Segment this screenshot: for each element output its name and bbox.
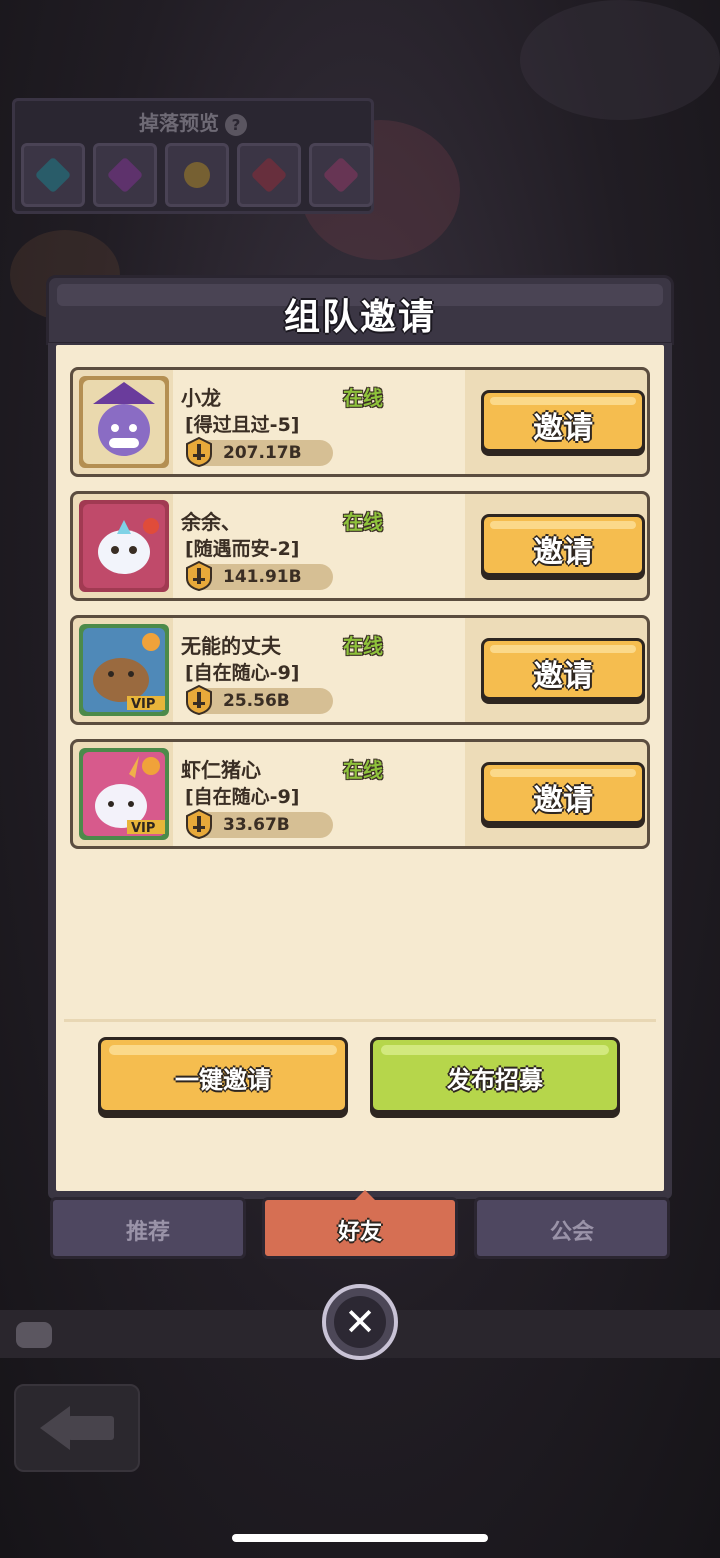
cyan-gem-icon [34,156,72,194]
friend-name: 虾仁猪心 [181,758,261,782]
divider [64,1019,656,1022]
friend-guild: [自在随心-9] [185,786,300,808]
drop-slot-5[interactable] [309,143,373,207]
purple-gem-icon [106,156,144,194]
tab-friends[interactable]: 好友 [262,1190,458,1259]
drop-slot-4[interactable] [237,143,301,207]
dialog-body: 小龙 在线 [得过且过-5] 207.17B 邀请 余余、 在线 [随遇而安-2… [48,343,672,1199]
combat-power-icon [186,684,212,716]
invite-all-button[interactable]: 一键邀请 [98,1037,348,1113]
friend-card: 小龙 在线 [得过且过-5] 207.17B 邀请 [70,367,650,477]
friend-name: 余余、 [181,510,241,534]
home-indicator[interactable] [232,1534,488,1542]
online-status: 在线 [343,634,383,658]
invite-button[interactable]: 邀请 [481,390,645,452]
combat-power-icon [186,808,212,840]
white-dragon-avatar-icon[interactable] [79,500,169,592]
dialog-header: 组队邀请 [46,275,674,345]
friend-list-panel: 小龙 在线 [得过且过-5] 207.17B 邀请 余余、 在线 [随遇而安-2… [56,345,664,1191]
power-value: 33.67B [223,815,290,835]
friend-card: VIP 无能的丈夫 在线 [自在随心-9] 25.56B 邀请 [70,615,650,725]
invite-button[interactable]: 邀请 [481,514,645,576]
red-star-icon [250,156,288,194]
friend-card: 余余、 在线 [随遇而安-2] 141.91B 邀请 [70,491,650,601]
online-status: 在线 [343,386,383,410]
friend-guild: [自在随心-9] [185,662,300,684]
drop-preview-title: 掉落预览 [139,111,219,135]
tab-guild[interactable]: 公会 [474,1197,670,1259]
purple-wizard-avatar-icon[interactable] [79,376,169,468]
friend-name: 无能的丈夫 [181,634,281,658]
capybara-avatar-icon[interactable]: VIP [79,624,169,716]
invite-button[interactable]: 邀请 [481,762,645,824]
invite-button[interactable]: 邀请 [481,638,645,700]
drop-slot-1[interactable] [21,143,85,207]
drop-slot-3[interactable] [165,143,229,207]
pink-star-icon [322,156,360,194]
close-button[interactable]: ✕ [322,1284,398,1360]
online-status: 在线 [343,510,383,534]
dialog-title: 组队邀请 [283,297,436,338]
friend-guild: [得过且过-5] [185,414,300,436]
gold-coin-icon [178,156,216,194]
drop-preview-panel: 掉落预览? [12,98,374,214]
vip-badge: VIP [131,821,155,836]
friend-card: VIP 虾仁猪心 在线 [自在随心-9] 33.67B 邀请 [70,739,650,849]
tab-recommend[interactable]: 推荐 [50,1197,246,1259]
friend-guild: [随遇而安-2] [185,538,300,560]
close-icon: ✕ [344,1300,376,1344]
power-value: 25.56B [223,691,290,711]
back-arrow-icon [40,1406,70,1450]
friend-name: 小龙 [181,386,221,410]
chat-icon[interactable] [16,1322,52,1348]
back-button[interactable] [14,1384,140,1472]
unicorn-avatar-icon[interactable]: VIP [79,748,169,840]
vip-badge: VIP [131,697,155,712]
power-value: 207.17B [223,443,302,463]
post-recruit-button[interactable]: 发布招募 [370,1037,620,1113]
drop-item-row [21,143,373,207]
drop-slot-2[interactable] [93,143,157,207]
team-invite-dialog: 组队邀请 小龙 在线 [得过且过-5] 207.17B 邀请 余余、 在线 [随… [46,275,674,1265]
combat-power-icon [186,560,212,592]
combat-power-icon [186,436,212,468]
online-status: 在线 [343,758,383,782]
help-icon[interactable]: ? [225,114,247,136]
power-value: 141.91B [223,567,302,587]
